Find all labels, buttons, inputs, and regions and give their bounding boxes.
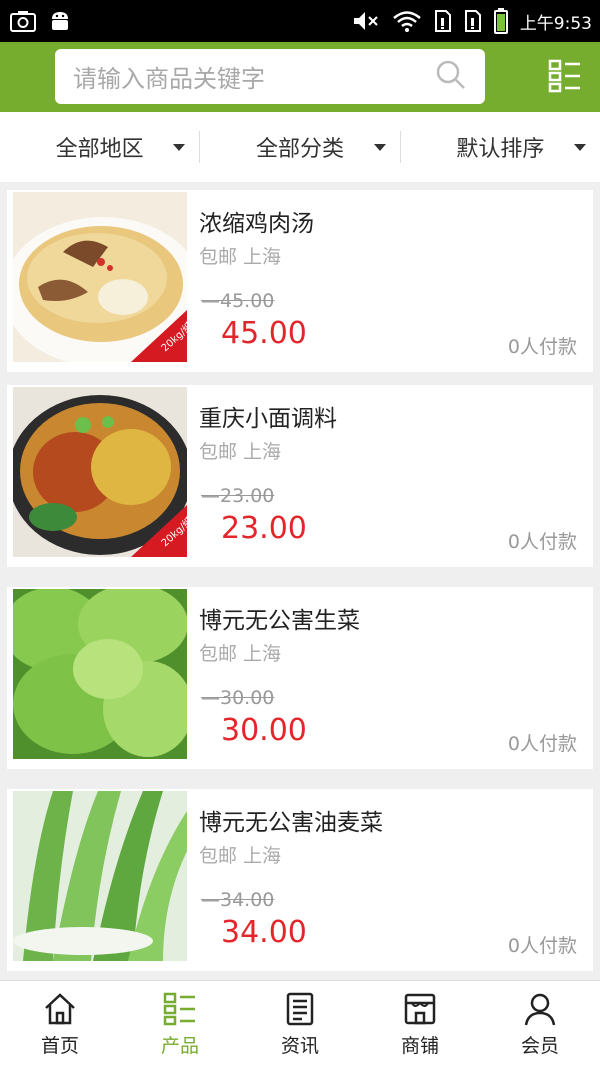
product-old-price: —23.00: [201, 485, 275, 507]
filter-label: 全部分类: [255, 137, 344, 162]
product-name[interactable]: 重庆小面调料: [199, 399, 337, 433]
product-card[interactable]: 博元无公害油麦菜 包邮 上海 —34.00 34.00 0人付款: [7, 789, 593, 971]
home-icon: [42, 991, 78, 1027]
search-placeholder: 请输入商品关键字: [73, 65, 265, 93]
status-time: 上午9:53: [519, 13, 592, 34]
product-image-lettuce[interactable]: [13, 589, 187, 759]
caret-down-icon: [573, 144, 586, 151]
product-sold-count: 0人付款: [507, 336, 577, 358]
product-location: 包邮 上海: [199, 441, 282, 463]
android-icon: [48, 9, 72, 33]
nav-label: 产品: [160, 1035, 199, 1057]
screenshot-icon: [10, 10, 36, 32]
product-price: 45.00: [221, 316, 307, 351]
old-price-value: 23.00: [220, 485, 275, 507]
product-location: 包邮 上海: [199, 643, 282, 665]
nav-news[interactable]: 资讯: [240, 981, 360, 1067]
product-sold-count: 0人付款: [507, 935, 577, 957]
product-card[interactable]: 20kg/纸桶 重庆小面调料 包邮 上海 —23.00 23.00 0人付款: [7, 385, 593, 567]
nav-member[interactable]: 会员: [480, 981, 600, 1067]
caret-down-icon: [173, 144, 186, 151]
old-price-value: 34.00: [220, 889, 275, 911]
nav-home[interactable]: 首页: [0, 981, 120, 1067]
product-card[interactable]: 博元无公害生菜 包邮 上海 —30.00 30.00 0人付款: [7, 587, 593, 769]
battery-icon: [493, 8, 508, 34]
product-price: 30.00: [221, 713, 307, 748]
product-card[interactable]: 20kg/纸桶 浓缩鸡肉汤 包邮 上海 —45.00 45.00 0人付款: [7, 190, 593, 372]
sim2-icon: [464, 9, 482, 33]
product-location: 包邮 上海: [199, 246, 282, 268]
product-name[interactable]: 博元无公害生菜: [199, 601, 360, 635]
products-icon: [162, 991, 198, 1027]
status-bar: 上午9:53: [0, 0, 600, 42]
filter-label: 全部地区: [55, 137, 144, 162]
product-old-price: —30.00: [201, 687, 275, 709]
filter-bar: 全部地区 全部分类 默认排序: [0, 112, 600, 182]
nav-label: 资讯: [280, 1035, 319, 1057]
sim1-icon: [434, 9, 452, 33]
mute-icon: [352, 10, 380, 32]
news-icon: [282, 991, 318, 1027]
search-icon[interactable]: [435, 59, 467, 95]
product-name[interactable]: 浓缩鸡肉汤: [199, 204, 314, 238]
search-input[interactable]: 请输入商品关键字: [55, 49, 485, 104]
product-old-price: —45.00: [201, 290, 275, 312]
wifi-icon: [392, 10, 422, 32]
bottom-nav: 首页 产品 资讯 商铺 会员: [0, 980, 600, 1067]
nav-shop[interactable]: 商铺: [360, 981, 480, 1067]
product-sold-count: 0人付款: [507, 733, 577, 755]
old-price-value: 30.00: [220, 687, 275, 709]
nav-label: 商铺: [400, 1035, 439, 1057]
shop-icon: [402, 991, 438, 1027]
filter-label: 默认排序: [456, 137, 545, 162]
list-menu-icon[interactable]: [548, 59, 582, 93]
product-name[interactable]: 博元无公害油麦菜: [199, 803, 383, 837]
product-price: 23.00: [221, 511, 307, 546]
product-image-noodles[interactable]: 20kg/纸桶: [13, 387, 187, 557]
product-location: 包邮 上海: [199, 845, 282, 867]
filter-category[interactable]: 全部分类: [200, 112, 399, 182]
old-price-value: 45.00: [220, 290, 275, 312]
filter-sort[interactable]: 默认排序: [401, 112, 600, 182]
filter-region[interactable]: 全部地区: [0, 112, 199, 182]
nav-label: 会员: [520, 1035, 559, 1057]
product-old-price: —34.00: [201, 889, 275, 911]
caret-down-icon: [373, 144, 386, 151]
header: 请输入商品关键字: [0, 42, 600, 112]
product-sold-count: 0人付款: [507, 531, 577, 553]
nav-label: 首页: [40, 1035, 79, 1057]
product-image-youmaicai[interactable]: [13, 791, 187, 961]
member-icon: [522, 991, 558, 1027]
product-price: 34.00: [221, 915, 307, 950]
product-image-soup[interactable]: 20kg/纸桶: [13, 192, 187, 362]
nav-products[interactable]: 产品: [120, 981, 240, 1067]
